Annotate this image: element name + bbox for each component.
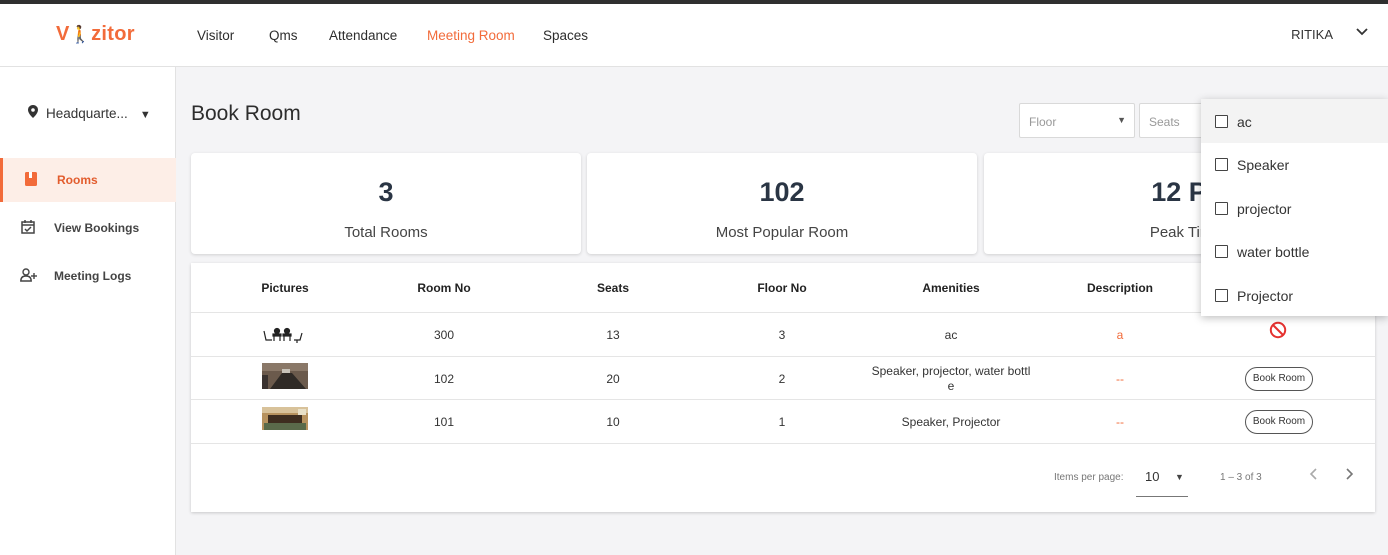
header-amenities: Amenities (922, 281, 980, 295)
seats: 13 (606, 328, 620, 342)
checkbox-icon[interactable] (1215, 289, 1228, 302)
description: -- (1116, 372, 1124, 386)
meeting-room-photo (262, 407, 308, 430)
amenity-option-speaker[interactable]: Speaker (1201, 142, 1388, 186)
amenity-option-projector-2[interactable]: Projector (1201, 273, 1388, 317)
stat-label: Total Rooms (344, 224, 428, 241)
walker-icon: 🚶 (69, 25, 92, 44)
option-label: projector (1237, 201, 1292, 217)
sidebar-item-view-bookings[interactable]: View Bookings (0, 206, 176, 250)
amenities-dropdown: ac Speaker projector water bottle Projec… (1201, 99, 1388, 316)
table-row: 300 13 3 ac a (191, 313, 1375, 357)
stat-value: 3 (378, 177, 394, 207)
unavailable-icon (1269, 321, 1287, 339)
header-description: Description (1086, 281, 1153, 295)
book-room-button[interactable]: Book Room (1245, 367, 1313, 391)
page-range: 1 – 3 of 3 (1220, 472, 1262, 483)
amenity-option-ac[interactable]: ac (1201, 99, 1388, 143)
amenities-line: e (947, 379, 955, 393)
header-pictures: Pictures (261, 281, 309, 295)
nav-attendance[interactable]: Attendance (329, 28, 397, 43)
nav-qms[interactable]: Qms (269, 28, 298, 43)
seats-select[interactable]: Seats (1139, 103, 1209, 138)
option-label: ac (1237, 114, 1252, 130)
table-header: Pictures Room No Seats Floor No Amenitie… (191, 263, 1375, 313)
sidebar-item-rooms[interactable]: Rooms (0, 158, 176, 202)
chevron-left-icon[interactable] (1309, 467, 1319, 486)
amenities-line: Speaker, projector, water bottl (871, 364, 1031, 378)
items-per-page-label: Items per page: (1054, 472, 1124, 483)
amenities: Speaker, projector, water bottl e (851, 364, 1051, 394)
rooms-table: Pictures Room No Seats Floor No Amenitie… (191, 263, 1375, 512)
stat-label: Most Popular Room (715, 224, 849, 241)
floor-placeholder: Floor (1029, 115, 1057, 129)
location-label: Headquarte... (46, 106, 128, 121)
chevron-down-icon[interactable] (1356, 25, 1368, 40)
floor-select[interactable]: Floor ▼ (1019, 103, 1135, 138)
stat-card-total-rooms: 3 Total Rooms (191, 153, 581, 254)
sidebar-item-label: Meeting Logs (54, 269, 132, 283)
sidebar-item-label: View Bookings (54, 221, 140, 235)
checkbox-icon[interactable] (1215, 202, 1228, 215)
description: a (1116, 328, 1124, 342)
location-selector[interactable]: Headquarte... ▼ (28, 105, 151, 121)
sidebar-item-label: Rooms (57, 173, 98, 187)
calendar-check-icon (20, 219, 36, 235)
table-row: 101 10 1 Speaker, Projector -- Book Room (191, 400, 1375, 444)
amenity-option-projector[interactable]: projector (1201, 186, 1388, 230)
header-seats: Seats (596, 281, 630, 295)
book-icon (23, 171, 39, 187)
chairs-icon (262, 325, 308, 345)
floor-no: 3 (778, 328, 786, 342)
seats: 10 (606, 415, 620, 429)
amenities: ac (944, 328, 958, 342)
option-label: Projector (1237, 288, 1294, 304)
conference-room-photo (262, 363, 308, 389)
top-navbar: V🚶zitor Visitor Qms Attendance Meeting R… (0, 4, 1388, 67)
select-underline (1136, 496, 1188, 497)
seats: 20 (606, 372, 620, 386)
nav-spaces[interactable]: Spaces (543, 28, 588, 43)
header-room-no: Room No (417, 281, 471, 295)
table-row: 102 20 2 Speaker, projector, water bottl… (191, 357, 1375, 400)
description: -- (1116, 415, 1124, 429)
floor-no: 2 (778, 372, 786, 386)
checkbox-icon[interactable] (1215, 158, 1228, 171)
sidebar: Headquarte... ▼ Rooms View Bookings Meeti… (0, 67, 176, 555)
caret-down-icon: ▼ (1117, 115, 1126, 125)
nav-visitor[interactable]: Visitor (197, 28, 234, 43)
app-logo[interactable]: V🚶zitor (56, 23, 135, 46)
room-no: 101 (433, 415, 455, 429)
caret-down-icon[interactable]: ▼ (1175, 472, 1184, 482)
person-add-icon (20, 267, 37, 283)
header-floor-no: Floor No (757, 281, 807, 295)
checkbox-icon[interactable] (1215, 245, 1228, 258)
caret-down-icon: ▼ (139, 109, 151, 121)
amenities: Speaker, Projector (901, 415, 1001, 429)
stat-value: 102 (759, 177, 805, 207)
seats-placeholder: Seats (1149, 115, 1180, 129)
stat-card-popular-room: 102 Most Popular Room (587, 153, 977, 254)
book-room-button[interactable]: Book Room (1245, 410, 1313, 434)
amenity-option-water-bottle[interactable]: water bottle (1201, 229, 1388, 273)
chevron-right-icon[interactable] (1344, 467, 1354, 486)
items-per-page-select[interactable]: 10 (1145, 469, 1159, 484)
option-label: Speaker (1237, 157, 1290, 173)
checkbox-icon[interactable] (1215, 115, 1228, 128)
room-no: 102 (433, 372, 455, 386)
nav-meeting-room[interactable]: Meeting Room (427, 28, 515, 43)
user-menu[interactable]: RITIKA (1291, 27, 1333, 42)
room-no: 300 (433, 328, 455, 342)
page-title: Book Room (191, 102, 301, 125)
sidebar-item-meeting-logs[interactable]: Meeting Logs (0, 254, 176, 298)
option-label: water bottle (1237, 244, 1310, 260)
location-pin-icon (28, 105, 38, 121)
floor-no: 1 (778, 415, 786, 429)
